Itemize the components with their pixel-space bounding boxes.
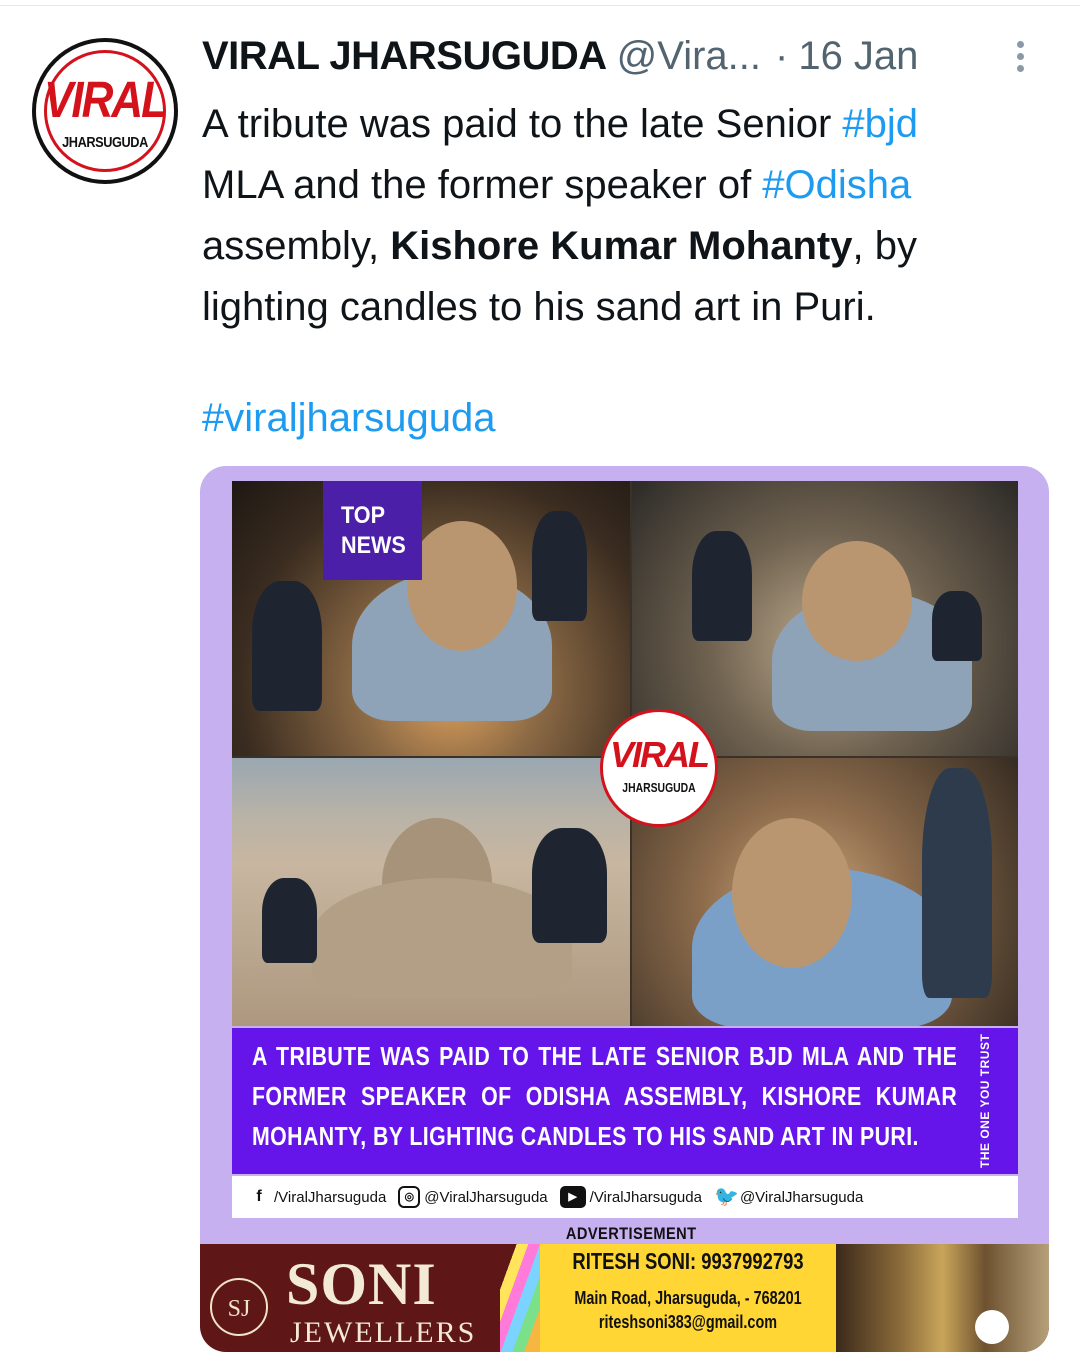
top-news-line: NEWS bbox=[341, 532, 406, 559]
tweet-text-line: , by bbox=[852, 224, 917, 268]
headline-text: A TRIBUTE WAS PAID TO THE LATE SENIOR BJ… bbox=[252, 1041, 958, 1151]
youtube-handle: /ViralJharsuguda bbox=[589, 1188, 702, 1206]
avatar-logo-subtext: JHARSUGUDA bbox=[62, 134, 148, 151]
user-handle[interactable]: @Vira... bbox=[617, 34, 761, 78]
top-news-label: TOP NEWS bbox=[323, 481, 422, 580]
jeweller-advertisement: SJ SONI JEWELLERS RITESH SONI: 993799279… bbox=[200, 1244, 1049, 1352]
tweet-header: VIRAL JHARSUGUDA @Vira... · 16 Jan bbox=[202, 34, 1062, 84]
logo-text: VIRAL bbox=[610, 734, 710, 775]
photo-sand-art-2 bbox=[632, 481, 1018, 756]
bold-name: Kishore Kumar Mohanty bbox=[390, 224, 853, 268]
logo-subtext: JHARSUGUDA bbox=[622, 780, 696, 795]
twitter-handle: @ViralJharsuguda bbox=[739, 1188, 864, 1206]
twitter-icon: 🐦 bbox=[713, 1186, 739, 1208]
photo-sand-art-3 bbox=[232, 758, 630, 1026]
tweet-text-line: assembly, bbox=[202, 224, 391, 268]
instagram-icon: ◎ bbox=[398, 1186, 421, 1208]
photo-collage: TOP NEWS VIRAL JHARSUGUDA bbox=[232, 481, 1018, 1026]
ad-shop-photo bbox=[836, 1244, 1049, 1352]
jeweller-logo: SJ bbox=[210, 1278, 268, 1336]
header-separator: · bbox=[775, 34, 789, 78]
advertisement-label: ADVERTISEMENT bbox=[565, 1224, 697, 1243]
ad-address: Main Road, Jharsuguda, - 768201 bbox=[574, 1288, 802, 1308]
more-vertical-icon[interactable] bbox=[1012, 38, 1028, 78]
tweet-text-line: MLA and the former speaker of bbox=[202, 163, 763, 207]
profile-avatar[interactable]: VIRAL JHARSUGUDA bbox=[32, 38, 178, 184]
ad-subtitle: JEWELLERS bbox=[290, 1316, 477, 1349]
top-divider bbox=[0, 5, 1080, 6]
ad-decoration bbox=[500, 1244, 544, 1352]
photo-sand-art-1 bbox=[232, 481, 630, 756]
instagram-handle: @ViralJharsuguda bbox=[424, 1188, 548, 1206]
tweet-text-line: lighting candles to his sand art in Puri… bbox=[202, 285, 876, 329]
facebook-handle: /ViralJharsuguda bbox=[274, 1188, 387, 1206]
facebook-icon: f bbox=[256, 1188, 262, 1205]
ad-contact-panel: RITESH SONI: 9937992793 Main Road, Jhars… bbox=[540, 1244, 836, 1352]
hashtag-link[interactable]: #Odisha bbox=[762, 163, 911, 207]
viral-jharsuguda-logo: VIRAL JHARSUGUDA bbox=[600, 709, 718, 827]
headline-banner: A TRIBUTE WAS PAID TO THE LATE SENIOR BJ… bbox=[232, 1028, 1018, 1174]
ad-phone: RITESH SONI: 9937992793 bbox=[572, 1248, 804, 1274]
tweet-text: A tribute was paid to the late Senior #b… bbox=[202, 94, 1052, 338]
tweet-date[interactable]: 16 Jan bbox=[798, 34, 918, 78]
youtube-icon: ▶ bbox=[559, 1186, 586, 1208]
hashtag-link[interactable]: #bjd bbox=[842, 102, 918, 146]
tweet-media-card[interactable]: TOP NEWS VIRAL JHARSUGUDA A TRIBUTE WAS … bbox=[200, 466, 1049, 1352]
hashtag-link[interactable]: #viraljharsuguda bbox=[202, 396, 496, 441]
ad-email: riteshsoni383@gmail.com bbox=[598, 1312, 778, 1332]
avatar-logo-text: VIRAL bbox=[44, 72, 168, 129]
tweet-text-line: A tribute was paid to the late Senior bbox=[202, 102, 843, 146]
social-handles-bar: f/ViralJharsuguda ◎ @ViralJharsuguda ▶/Vi… bbox=[232, 1176, 1018, 1218]
top-news-line: TOP bbox=[341, 502, 386, 529]
ad-brand: SONI bbox=[286, 1251, 437, 1317]
display-name[interactable]: VIRAL JHARSUGUDA bbox=[202, 34, 607, 78]
tagline-vertical: THE ONE YOU TRUST bbox=[978, 1033, 992, 1169]
